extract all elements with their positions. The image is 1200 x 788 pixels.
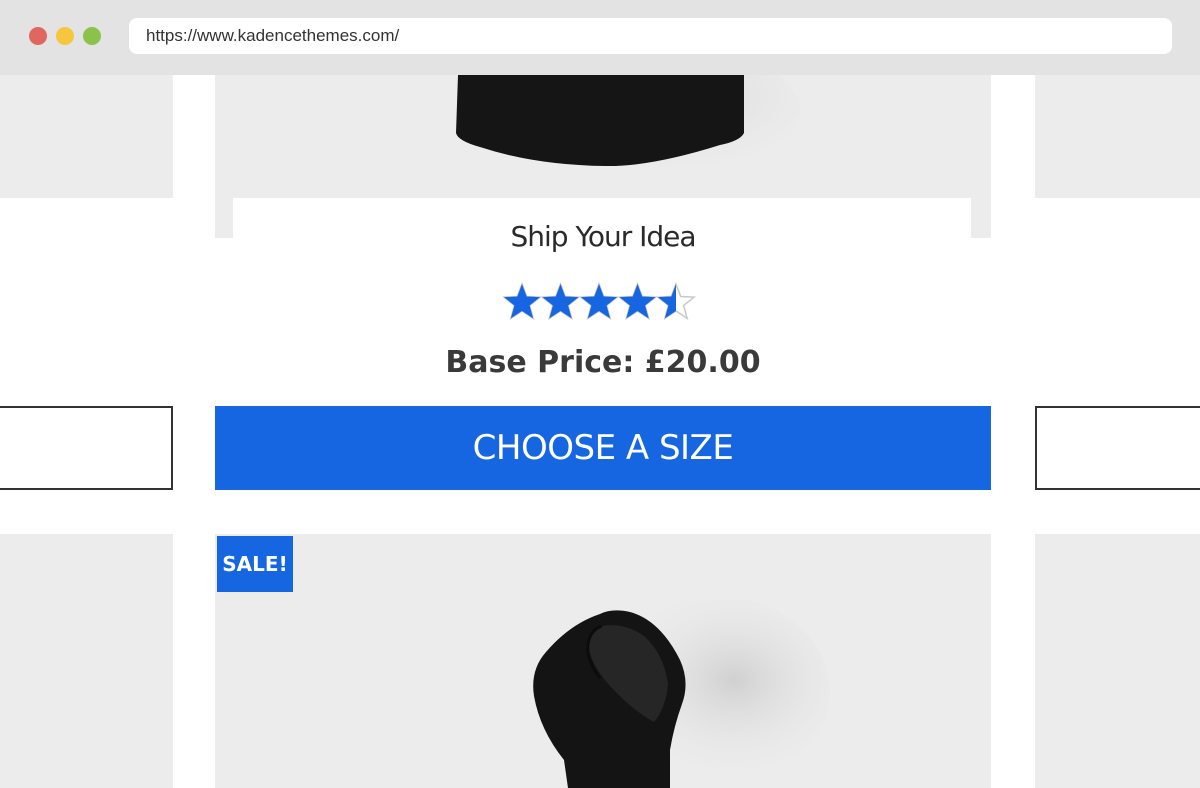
right-product-image-bottom — [1035, 534, 1200, 788]
product-title[interactable]: Ship Your Idea — [215, 220, 991, 253]
choose-size-button[interactable]: CHOOSE A SIZE — [215, 406, 991, 490]
star-icon-1 — [503, 284, 541, 319]
left-card-info-top — [0, 198, 153, 238]
right-card-button[interactable] — [1035, 406, 1200, 490]
star-icon-3 — [580, 284, 618, 319]
hoodie-image — [533, 600, 830, 788]
star-icon-2 — [542, 284, 579, 319]
maximize-window-button[interactable] — [83, 27, 101, 45]
star-rating — [503, 282, 697, 324]
address-bar[interactable]: https://www.kadencethemes.com/ — [129, 18, 1172, 54]
minimize-window-button[interactable] — [56, 27, 74, 45]
browser-toolbar: https://www.kadencethemes.com/ — [0, 0, 1200, 75]
left-card-button[interactable] — [0, 406, 173, 490]
right-product-image-top — [1035, 75, 1200, 198]
product-price: Base Price: £20.00 — [445, 345, 761, 380]
tshirt-image — [456, 75, 800, 180]
left-product-image-bottom — [0, 534, 173, 788]
star-icon-4 — [619, 284, 656, 319]
left-product-image-top — [0, 75, 173, 198]
right-card-info-top — [1053, 198, 1200, 238]
close-window-button[interactable] — [29, 27, 47, 45]
sale-badge: SALE! — [217, 536, 293, 592]
address-bar-url: https://www.kadencethemes.com/ — [146, 26, 400, 45]
